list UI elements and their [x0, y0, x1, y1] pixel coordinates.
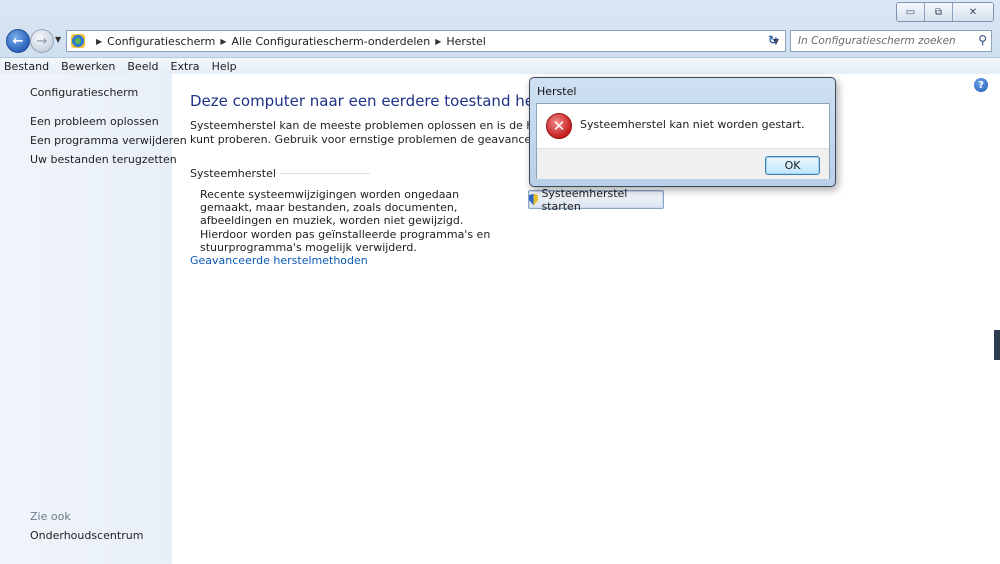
start-system-restore-button[interactable]: Systeemherstel starten [528, 187, 664, 213]
chevron-right-icon[interactable]: ▶ [220, 37, 226, 46]
menu-bewerken[interactable]: Bewerken [55, 60, 121, 73]
navigation-bar: ← → ▼ ▶ Configuratiescherm ▶ Alle Config… [0, 28, 1000, 54]
dialog-title: Herstel [537, 85, 577, 98]
menu-beeld[interactable]: Beeld [121, 60, 164, 73]
breadcrumb-item[interactable]: Alle Configuratiescherm-onderdelen [232, 35, 431, 48]
error-dialog: Herstel ✕ Systeemherstel kan niet worden… [529, 77, 836, 187]
dialog-body: ✕ Systeemherstel kan niet worden gestart… [536, 103, 830, 179]
chevron-right-icon[interactable]: ▶ [96, 37, 102, 46]
ok-button[interactable]: OK [765, 156, 820, 175]
close-button[interactable]: ✕ [952, 3, 993, 21]
forward-arrow-icon[interactable]: → [30, 29, 54, 53]
help-icon[interactable]: ? [974, 78, 988, 92]
section-divider [279, 173, 370, 174]
restore-button[interactable]: ⧉ [924, 3, 952, 21]
menu-help[interactable]: Help [206, 60, 243, 73]
menu-extra[interactable]: Extra [165, 60, 206, 73]
sidebar-link-troubleshoot[interactable]: Een probleem oplossen [30, 115, 159, 128]
content-area: Configuratiescherm Een probleem oplossen… [0, 74, 1000, 564]
minimize-button[interactable]: ▭ [897, 3, 924, 21]
search-input[interactable] [796, 34, 970, 48]
sidebar: Configuratiescherm Een probleem oplossen… [0, 74, 187, 564]
sidebar-link-action-center[interactable]: Onderhoudscentrum [30, 529, 143, 542]
title-bar: ▭ ⧉ ✕ [0, 0, 1000, 28]
chevron-right-icon[interactable]: ▶ [435, 37, 441, 46]
sidebar-home-link[interactable]: Configuratiescherm [30, 86, 138, 99]
control-panel-icon [71, 34, 85, 48]
sidebar-link-uninstall[interactable]: Een programma verwijderen [30, 134, 187, 147]
section-text: Recente systeemwijzigingen worden ongeda… [200, 188, 491, 254]
search-icon[interactable]: ⚲ [978, 33, 987, 47]
menu-bar: Bestand Bewerken Beeld Extra Help [0, 57, 1000, 75]
explorer-window: ▭ ⧉ ✕ ← → ▼ ▶ Configuratiescherm ▶ Alle … [0, 0, 1000, 564]
error-icon: ✕ [546, 113, 572, 139]
caption-buttons: ▭ ⧉ ✕ [896, 2, 994, 22]
uac-shield-icon [529, 193, 539, 206]
sidebar-link-restore-files[interactable]: Uw bestanden terugzetten [30, 153, 177, 166]
refresh-icon[interactable]: ↻ [764, 30, 782, 50]
breadcrumb-item[interactable]: Configuratiescherm [107, 35, 215, 48]
breadcrumb-item[interactable]: Herstel [446, 35, 485, 48]
menu-bestand[interactable]: Bestand [0, 60, 55, 73]
dialog-footer: OK [537, 148, 829, 179]
address-bar[interactable]: ▶ Configuratiescherm ▶ Alle Configuratie… [66, 30, 786, 52]
start-button-label: Systeemherstel starten [541, 186, 628, 213]
recent-pages-dropdown-icon[interactable]: ▼ [55, 35, 61, 44]
section-title: Systeemherstel [190, 167, 276, 180]
advanced-recovery-link[interactable]: Geavanceerde herstelmethoden [190, 254, 368, 267]
section-heading: Systeemherstel [190, 167, 370, 180]
dialog-message: Systeemherstel kan niet worden gestart. [580, 118, 805, 131]
back-arrow-icon[interactable]: ← [6, 29, 30, 53]
dialog-message-area: ✕ Systeemherstel kan niet worden gestart… [537, 104, 829, 148]
search-box[interactable]: ⚲ [790, 30, 992, 52]
scrollbar-thumb[interactable] [994, 330, 1000, 360]
see-also-heading: Zie ook [30, 510, 71, 523]
